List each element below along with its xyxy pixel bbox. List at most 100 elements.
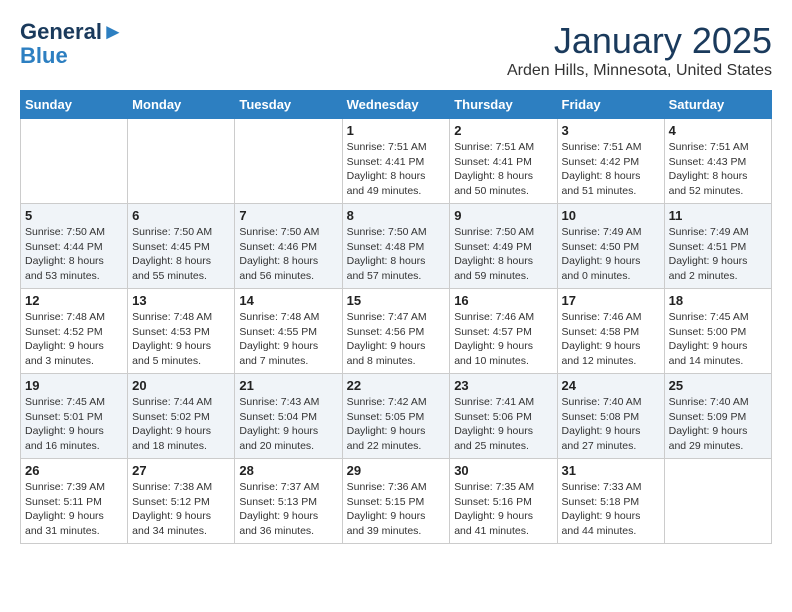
day-number: 9	[454, 208, 552, 223]
day-info: Sunrise: 7:46 AM Sunset: 4:58 PM Dayligh…	[562, 310, 660, 369]
day-info: Sunrise: 7:40 AM Sunset: 5:08 PM Dayligh…	[562, 395, 660, 454]
day-cell: 14 Sunrise: 7:48 AM Sunset: 4:55 PM Dayli…	[235, 289, 342, 374]
day-info: Sunrise: 7:40 AM Sunset: 5:09 PM Dayligh…	[669, 395, 767, 454]
day-info: Sunrise: 7:51 AM Sunset: 4:42 PM Dayligh…	[562, 140, 660, 199]
day-info: Sunrise: 7:50 AM Sunset: 4:44 PM Dayligh…	[25, 225, 123, 284]
day-cell: 2Sunrise: 7:51 AM Sunset: 4:41 PM Daylig…	[450, 119, 557, 204]
day-cell	[128, 119, 235, 204]
day-info: Sunrise: 7:51 AM Sunset: 4:41 PM Dayligh…	[454, 140, 552, 199]
column-header-wednesday: Wednesday	[342, 91, 450, 119]
day-cell: 1Sunrise: 7:51 AM Sunset: 4:41 PM Daylig…	[342, 119, 450, 204]
day-cell: 30 Sunrise: 7:35 AM Sunset: 5:16 PM Dayli…	[450, 459, 557, 544]
day-cell: 25Sunrise: 7:40 AM Sunset: 5:09 PM Dayli…	[664, 374, 771, 459]
day-cell: 10 Sunrise: 7:49 AM Sunset: 4:50 PM Dayli…	[557, 204, 664, 289]
day-cell: 22Sunrise: 7:42 AM Sunset: 5:05 PM Dayli…	[342, 374, 450, 459]
day-number: 6	[132, 208, 230, 223]
day-cell: 4Sunrise: 7:51 AM Sunset: 4:43 PM Daylig…	[664, 119, 771, 204]
day-cell: 24 Sunrise: 7:40 AM Sunset: 5:08 PM Dayli…	[557, 374, 664, 459]
day-number: 14	[239, 293, 337, 308]
day-info: Sunrise: 7:45 AM Sunset: 5:00 PM Dayligh…	[669, 310, 767, 369]
day-number: 21	[239, 378, 337, 393]
column-header-monday: Monday	[128, 91, 235, 119]
day-number: 15	[347, 293, 446, 308]
day-info: Sunrise: 7:38 AM Sunset: 5:12 PM Dayligh…	[132, 480, 230, 539]
day-number: 5	[25, 208, 123, 223]
day-info: Sunrise: 7:33 AM Sunset: 5:18 PM Dayligh…	[562, 480, 660, 539]
logo-text: General►	[20, 20, 124, 44]
day-cell: 3 Sunrise: 7:51 AM Sunset: 4:42 PM Daylig…	[557, 119, 664, 204]
column-header-sunday: Sunday	[21, 91, 128, 119]
day-cell: 5 Sunrise: 7:50 AM Sunset: 4:44 PM Daylig…	[21, 204, 128, 289]
day-info: Sunrise: 7:45 AM Sunset: 5:01 PM Dayligh…	[25, 395, 123, 454]
day-info: Sunrise: 7:50 AM Sunset: 4:45 PM Dayligh…	[132, 225, 230, 284]
day-info: Sunrise: 7:49 AM Sunset: 4:50 PM Dayligh…	[562, 225, 660, 284]
column-header-friday: Friday	[557, 91, 664, 119]
column-header-thursday: Thursday	[450, 91, 557, 119]
day-info: Sunrise: 7:44 AM Sunset: 5:02 PM Dayligh…	[132, 395, 230, 454]
day-number: 10	[562, 208, 660, 223]
day-info: Sunrise: 7:48 AM Sunset: 4:55 PM Dayligh…	[239, 310, 337, 369]
day-cell: 29 Sunrise: 7:36 AM Sunset: 5:15 PM Dayli…	[342, 459, 450, 544]
day-number: 28	[239, 463, 337, 478]
day-cell: 20 Sunrise: 7:44 AM Sunset: 5:02 PM Dayli…	[128, 374, 235, 459]
day-number: 11	[669, 208, 767, 223]
day-number: 16	[454, 293, 552, 308]
week-row-4: 19Sunrise: 7:45 AM Sunset: 5:01 PM Dayli…	[21, 374, 772, 459]
day-cell: 12Sunrise: 7:48 AM Sunset: 4:52 PM Dayli…	[21, 289, 128, 374]
day-number: 18	[669, 293, 767, 308]
day-number: 31	[562, 463, 660, 478]
day-info: Sunrise: 7:46 AM Sunset: 4:57 PM Dayligh…	[454, 310, 552, 369]
day-number: 17	[562, 293, 660, 308]
calendar-table: SundayMondayTuesdayWednesdayThursdayFrid…	[20, 90, 772, 544]
week-row-5: 26 Sunrise: 7:39 AM Sunset: 5:11 PM Dayli…	[21, 459, 772, 544]
day-number: 12	[25, 293, 123, 308]
day-number: 20	[132, 378, 230, 393]
day-info: Sunrise: 7:35 AM Sunset: 5:16 PM Dayligh…	[454, 480, 552, 539]
day-number: 3	[562, 123, 660, 138]
logo-blue: ►	[102, 19, 124, 44]
week-row-2: 5 Sunrise: 7:50 AM Sunset: 4:44 PM Daylig…	[21, 204, 772, 289]
day-number: 4	[669, 123, 767, 138]
week-row-3: 12Sunrise: 7:48 AM Sunset: 4:52 PM Dayli…	[21, 289, 772, 374]
day-number: 27	[132, 463, 230, 478]
day-number: 1	[347, 123, 446, 138]
day-cell: 23 Sunrise: 7:41 AM Sunset: 5:06 PM Dayli…	[450, 374, 557, 459]
column-header-tuesday: Tuesday	[235, 91, 342, 119]
day-number: 13	[132, 293, 230, 308]
day-info: Sunrise: 7:41 AM Sunset: 5:06 PM Dayligh…	[454, 395, 552, 454]
day-cell: 15 Sunrise: 7:47 AM Sunset: 4:56 PM Dayli…	[342, 289, 450, 374]
day-info: Sunrise: 7:43 AM Sunset: 5:04 PM Dayligh…	[239, 395, 337, 454]
day-cell: 6 Sunrise: 7:50 AM Sunset: 4:45 PM Daylig…	[128, 204, 235, 289]
day-number: 7	[239, 208, 337, 223]
day-number: 24	[562, 378, 660, 393]
day-info: Sunrise: 7:50 AM Sunset: 4:49 PM Dayligh…	[454, 225, 552, 284]
location: Arden Hills, Minnesota, United States	[507, 62, 772, 80]
day-cell	[235, 119, 342, 204]
day-cell: 9 Sunrise: 7:50 AM Sunset: 4:49 PM Daylig…	[450, 204, 557, 289]
day-cell: 18 Sunrise: 7:45 AM Sunset: 5:00 PM Dayli…	[664, 289, 771, 374]
day-info: Sunrise: 7:42 AM Sunset: 5:05 PM Dayligh…	[347, 395, 446, 454]
column-header-saturday: Saturday	[664, 91, 771, 119]
day-cell: 26 Sunrise: 7:39 AM Sunset: 5:11 PM Dayli…	[21, 459, 128, 544]
day-info: Sunrise: 7:50 AM Sunset: 4:46 PM Dayligh…	[239, 225, 337, 284]
day-cell	[664, 459, 771, 544]
day-cell: 31 Sunrise: 7:33 AM Sunset: 5:18 PM Dayli…	[557, 459, 664, 544]
day-info: Sunrise: 7:36 AM Sunset: 5:15 PM Dayligh…	[347, 480, 446, 539]
day-number: 26	[25, 463, 123, 478]
day-number: 30	[454, 463, 552, 478]
day-info: Sunrise: 7:47 AM Sunset: 4:56 PM Dayligh…	[347, 310, 446, 369]
day-cell: 7 Sunrise: 7:50 AM Sunset: 4:46 PM Daylig…	[235, 204, 342, 289]
day-info: Sunrise: 7:50 AM Sunset: 4:48 PM Dayligh…	[347, 225, 446, 284]
day-cell	[21, 119, 128, 204]
page-header: General► Blue January 2025 Arden Hills, …	[20, 20, 772, 80]
day-info: Sunrise: 7:37 AM Sunset: 5:13 PM Dayligh…	[239, 480, 337, 539]
day-number: 29	[347, 463, 446, 478]
day-number: 8	[347, 208, 446, 223]
day-cell: 28 Sunrise: 7:37 AM Sunset: 5:13 PM Dayli…	[235, 459, 342, 544]
day-cell: 27 Sunrise: 7:38 AM Sunset: 5:12 PM Dayli…	[128, 459, 235, 544]
day-info: Sunrise: 7:49 AM Sunset: 4:51 PM Dayligh…	[669, 225, 767, 284]
day-number: 23	[454, 378, 552, 393]
day-info: Sunrise: 7:39 AM Sunset: 5:11 PM Dayligh…	[25, 480, 123, 539]
logo: General► Blue	[20, 20, 124, 68]
day-cell: 19Sunrise: 7:45 AM Sunset: 5:01 PM Dayli…	[21, 374, 128, 459]
